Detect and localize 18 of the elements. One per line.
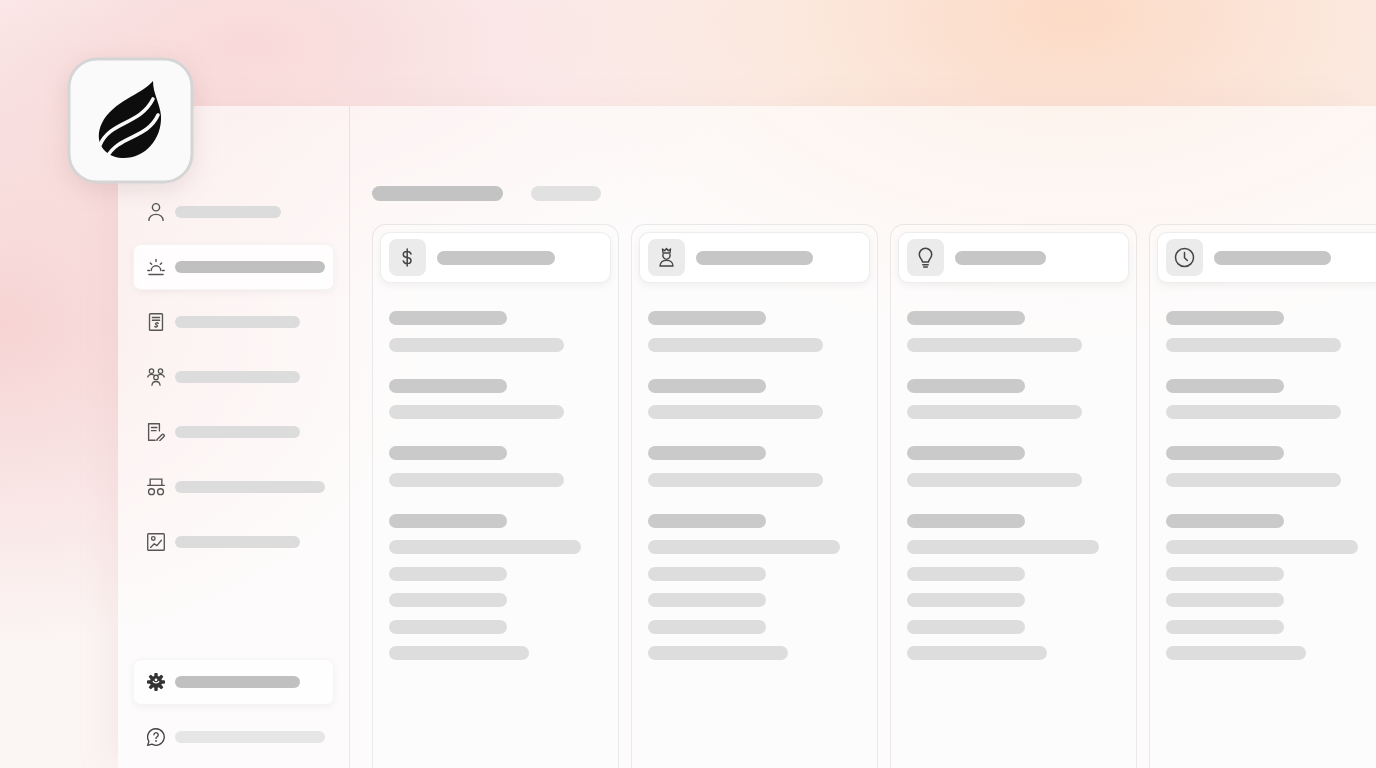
- receipt-icon: [147, 313, 165, 331]
- person-icon: [147, 203, 165, 221]
- settings-icon: [147, 673, 165, 691]
- tab[interactable]: [372, 186, 503, 201]
- crowned-person-icon: [648, 239, 685, 276]
- people-group-icon: [147, 368, 165, 386]
- lightbulb-icon: [907, 239, 944, 276]
- image-chart-icon: [147, 533, 165, 551]
- app-logo-icon: [67, 57, 194, 184]
- sidebar-item[interactable]: [133, 244, 334, 290]
- sidebar-item[interactable]: [133, 659, 334, 705]
- help-icon: [147, 728, 165, 746]
- document-edit-icon: [147, 423, 165, 441]
- sunrise-icon: [147, 258, 165, 276]
- table-seats-icon: [147, 478, 165, 496]
- dollar-icon: [389, 239, 426, 276]
- tab[interactable]: [531, 186, 601, 201]
- clock-icon: [1166, 239, 1203, 276]
